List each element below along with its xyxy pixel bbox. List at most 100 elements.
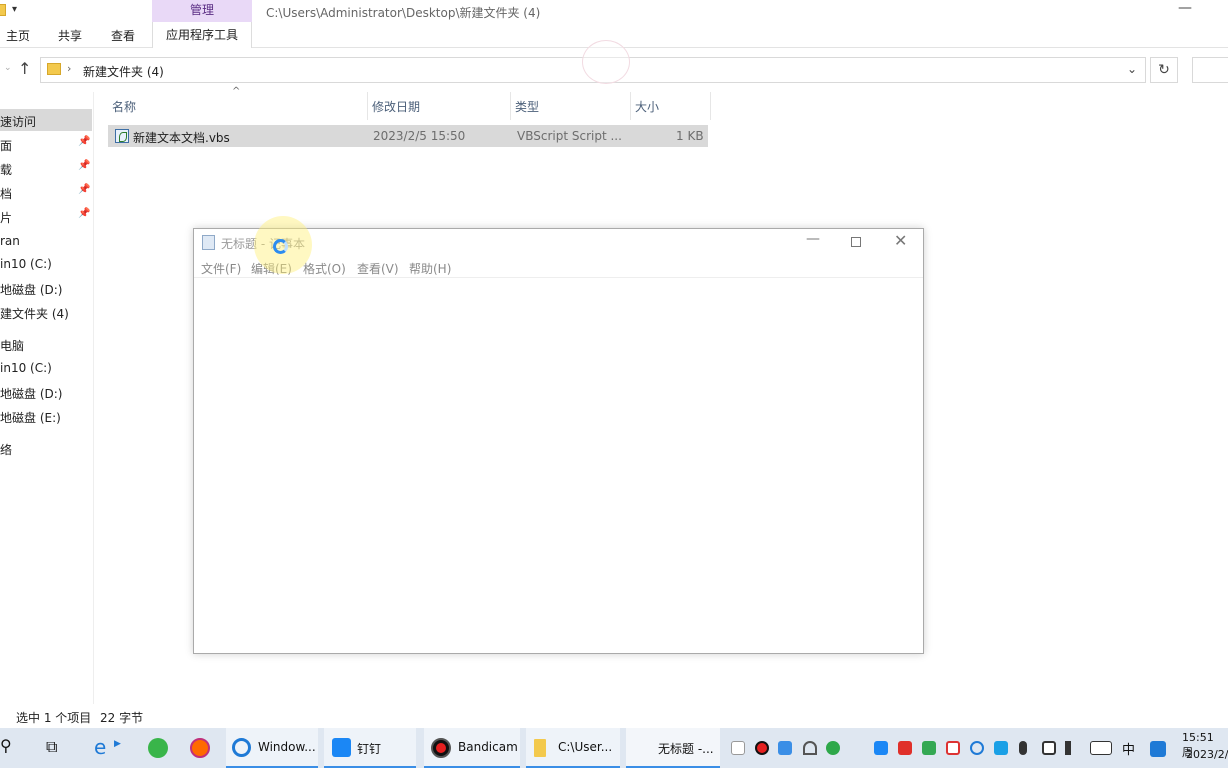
file-modified: 2023/2/5 15:50 (373, 129, 466, 143)
status-selected-count: 选中 1 个项目 (16, 711, 92, 725)
ime-app-icon[interactable] (1150, 741, 1166, 757)
task-view-icon: ⧉ (46, 737, 58, 756)
nav-item-drive-c[interactable]: in10 (C:) (0, 253, 92, 275)
pinned-360-button[interactable] (146, 728, 170, 768)
network-icon[interactable] (1042, 741, 1056, 755)
ie-tray-icon[interactable] (970, 741, 984, 755)
nav-item-ran[interactable]: ran (0, 230, 92, 252)
volume-icon[interactable] (1065, 741, 1079, 755)
menu-file[interactable]: 文件(F) (201, 260, 241, 277)
nav-item-network[interactable]: 络 (0, 437, 92, 459)
menu-help[interactable]: 帮助(H) (409, 260, 451, 277)
pinned-firefox-button[interactable] (188, 728, 214, 768)
pin-icon: 📌 (78, 160, 91, 171)
folder-icon (47, 63, 61, 75)
folder-icon (534, 739, 546, 757)
nav-item-drive-d[interactable]: 地磁盘 (D:) (0, 277, 92, 299)
taskbar-app-notepad[interactable]: 无标题 -... (626, 728, 720, 768)
navigation-pane: 速访问 面 📌 载 📌 档 📌 片 📌 ran in10 (C:) 地磁盘 (D:) 建… (0, 92, 94, 704)
microphone-icon[interactable] (1019, 741, 1027, 755)
app-window-icon[interactable] (731, 741, 745, 755)
overlay-circle (582, 40, 630, 84)
file-row[interactable]: 新建文本文档.vbs 2023/2/5 15:50 VBScript Scrip… (108, 125, 708, 147)
nav-item-documents[interactable]: 档 📌 (0, 181, 92, 203)
task-view-button[interactable]: ⧉ (40, 728, 70, 768)
column-header-modified[interactable]: 修改日期 (368, 92, 511, 120)
busy-cursor-icon (273, 239, 288, 254)
360-browser-icon (148, 738, 168, 758)
pin-icon: 📌 (78, 208, 91, 219)
column-header-name[interactable]: 名称 (108, 92, 368, 120)
ime-indicator[interactable]: 中 (1122, 739, 1135, 758)
menu-format[interactable]: 格式(O) (303, 260, 346, 277)
taskbar-app-bandicam[interactable]: Bandicam (424, 728, 520, 768)
explorer-title-bar: ▾ 管理 C:\Users\Administrator\Desktop\新建文件… (0, 0, 1228, 22)
file-name: 新建文本文档.vbs (133, 131, 230, 145)
nav-item-this-pc[interactable]: 电脑 (0, 333, 92, 355)
notepad-maximize-button[interactable] (851, 237, 861, 247)
vbscript-file-icon (115, 129, 129, 143)
search-icon: ⚲ (0, 736, 12, 755)
taskbar-app-explorer[interactable]: C:\User... (526, 728, 620, 768)
firefox-icon (190, 738, 210, 758)
record-icon[interactable] (755, 741, 769, 755)
tab-view[interactable]: 查看 (111, 27, 135, 44)
ie-icon: e (94, 735, 107, 759)
tray-plus-icon[interactable] (826, 741, 840, 755)
column-header-type[interactable]: 类型 (511, 92, 631, 120)
recent-locations-icon[interactable]: ⌄ (4, 63, 12, 73)
taskbar-app-dingtalk[interactable]: 钉钉 (324, 728, 416, 768)
window-title-path: C:\Users\Administrator\Desktop\新建文件夹 (4) (266, 6, 541, 20)
file-size: 1 KB (676, 129, 704, 143)
nav-item-pc-drive-e[interactable]: 地磁盘 (E:) (0, 405, 92, 427)
pinned-ie-button[interactable]: e ▶ (92, 728, 128, 768)
nav-item-pc-drive-d[interactable]: 地磁盘 (D:) (0, 381, 92, 403)
minimize-button[interactable]: — (1178, 0, 1192, 16)
tab-app-tools[interactable]: 应用程序工具 (152, 22, 252, 48)
menu-view[interactable]: 查看(V) (357, 260, 399, 277)
keyboard-icon[interactable] (1090, 741, 1112, 755)
notepad-text-area[interactable] (194, 277, 923, 653)
breadcrumb-chevron-icon[interactable]: › (67, 62, 71, 75)
column-header-size[interactable]: 大小 (631, 92, 711, 120)
ie-icon (232, 738, 251, 757)
nav-item-pc-drive-c[interactable]: in10 (C:) (0, 357, 92, 379)
pin-icon: 📌 (78, 184, 91, 195)
file-type: VBScript Script ... (517, 129, 622, 143)
dingtalk-tray-icon[interactable] (874, 741, 888, 755)
search-button[interactable]: ⚲ (0, 728, 20, 768)
dingtalk-icon (332, 738, 351, 757)
nav-item-downloads[interactable]: 载 📌 (0, 157, 92, 179)
tray-blue-icon[interactable] (994, 741, 1008, 755)
notepad-icon (202, 235, 215, 250)
nav-item-desktop[interactable]: 面 📌 (0, 133, 92, 155)
up-arrow-icon[interactable]: ↑ (18, 59, 31, 78)
status-selected-size: 22 字节 (100, 711, 144, 725)
pin-icon: 📌 (78, 136, 91, 147)
refresh-button[interactable]: ↻ (1150, 57, 1178, 83)
bandicam-icon (431, 738, 451, 758)
nav-item-pictures[interactable]: 片 📌 (0, 205, 92, 227)
quick-access-dropdown-icon[interactable]: ▾ (12, 4, 17, 15)
notepad-minimize-button[interactable]: — (806, 231, 820, 247)
ccb-tray-icon[interactable] (898, 741, 912, 755)
search-input[interactable] (1192, 57, 1228, 83)
taskbar-app-ie[interactable]: Window... (226, 728, 318, 768)
jump-arrow-icon: ▶ (114, 739, 121, 749)
chevron-down-icon[interactable]: ⌄ (1127, 62, 1137, 76)
tab-manage[interactable]: 管理 (152, 0, 252, 22)
shield-icon[interactable] (946, 741, 960, 755)
wifi-icon[interactable] (803, 741, 817, 755)
tab-share[interactable]: 共享 (58, 27, 82, 44)
nav-item-quick-access[interactable]: 速访问 (0, 109, 92, 131)
tab-home[interactable]: 主页 (6, 27, 30, 44)
notepad-window[interactable]: 无标题 - 记事本 — ✕ 文件(F) 编辑(E) 格式(O) 查看(V) 帮助… (193, 228, 924, 654)
breadcrumb-folder[interactable]: 新建文件夹 (4) (83, 63, 164, 80)
clock-date[interactable]: 2023/2/ (1186, 748, 1228, 761)
quick-access-folder-icon[interactable] (0, 4, 6, 16)
tray-green-icon[interactable] (922, 741, 936, 755)
taskbar: ⚲ ⧉ e ▶ Window... 钉钉 Bandicam C:\User... … (0, 728, 1228, 768)
notepad-close-button[interactable]: ✕ (894, 231, 907, 250)
tray-app-icon[interactable] (778, 741, 792, 755)
nav-item-new-folder[interactable]: 建文件夹 (4) (0, 301, 92, 323)
